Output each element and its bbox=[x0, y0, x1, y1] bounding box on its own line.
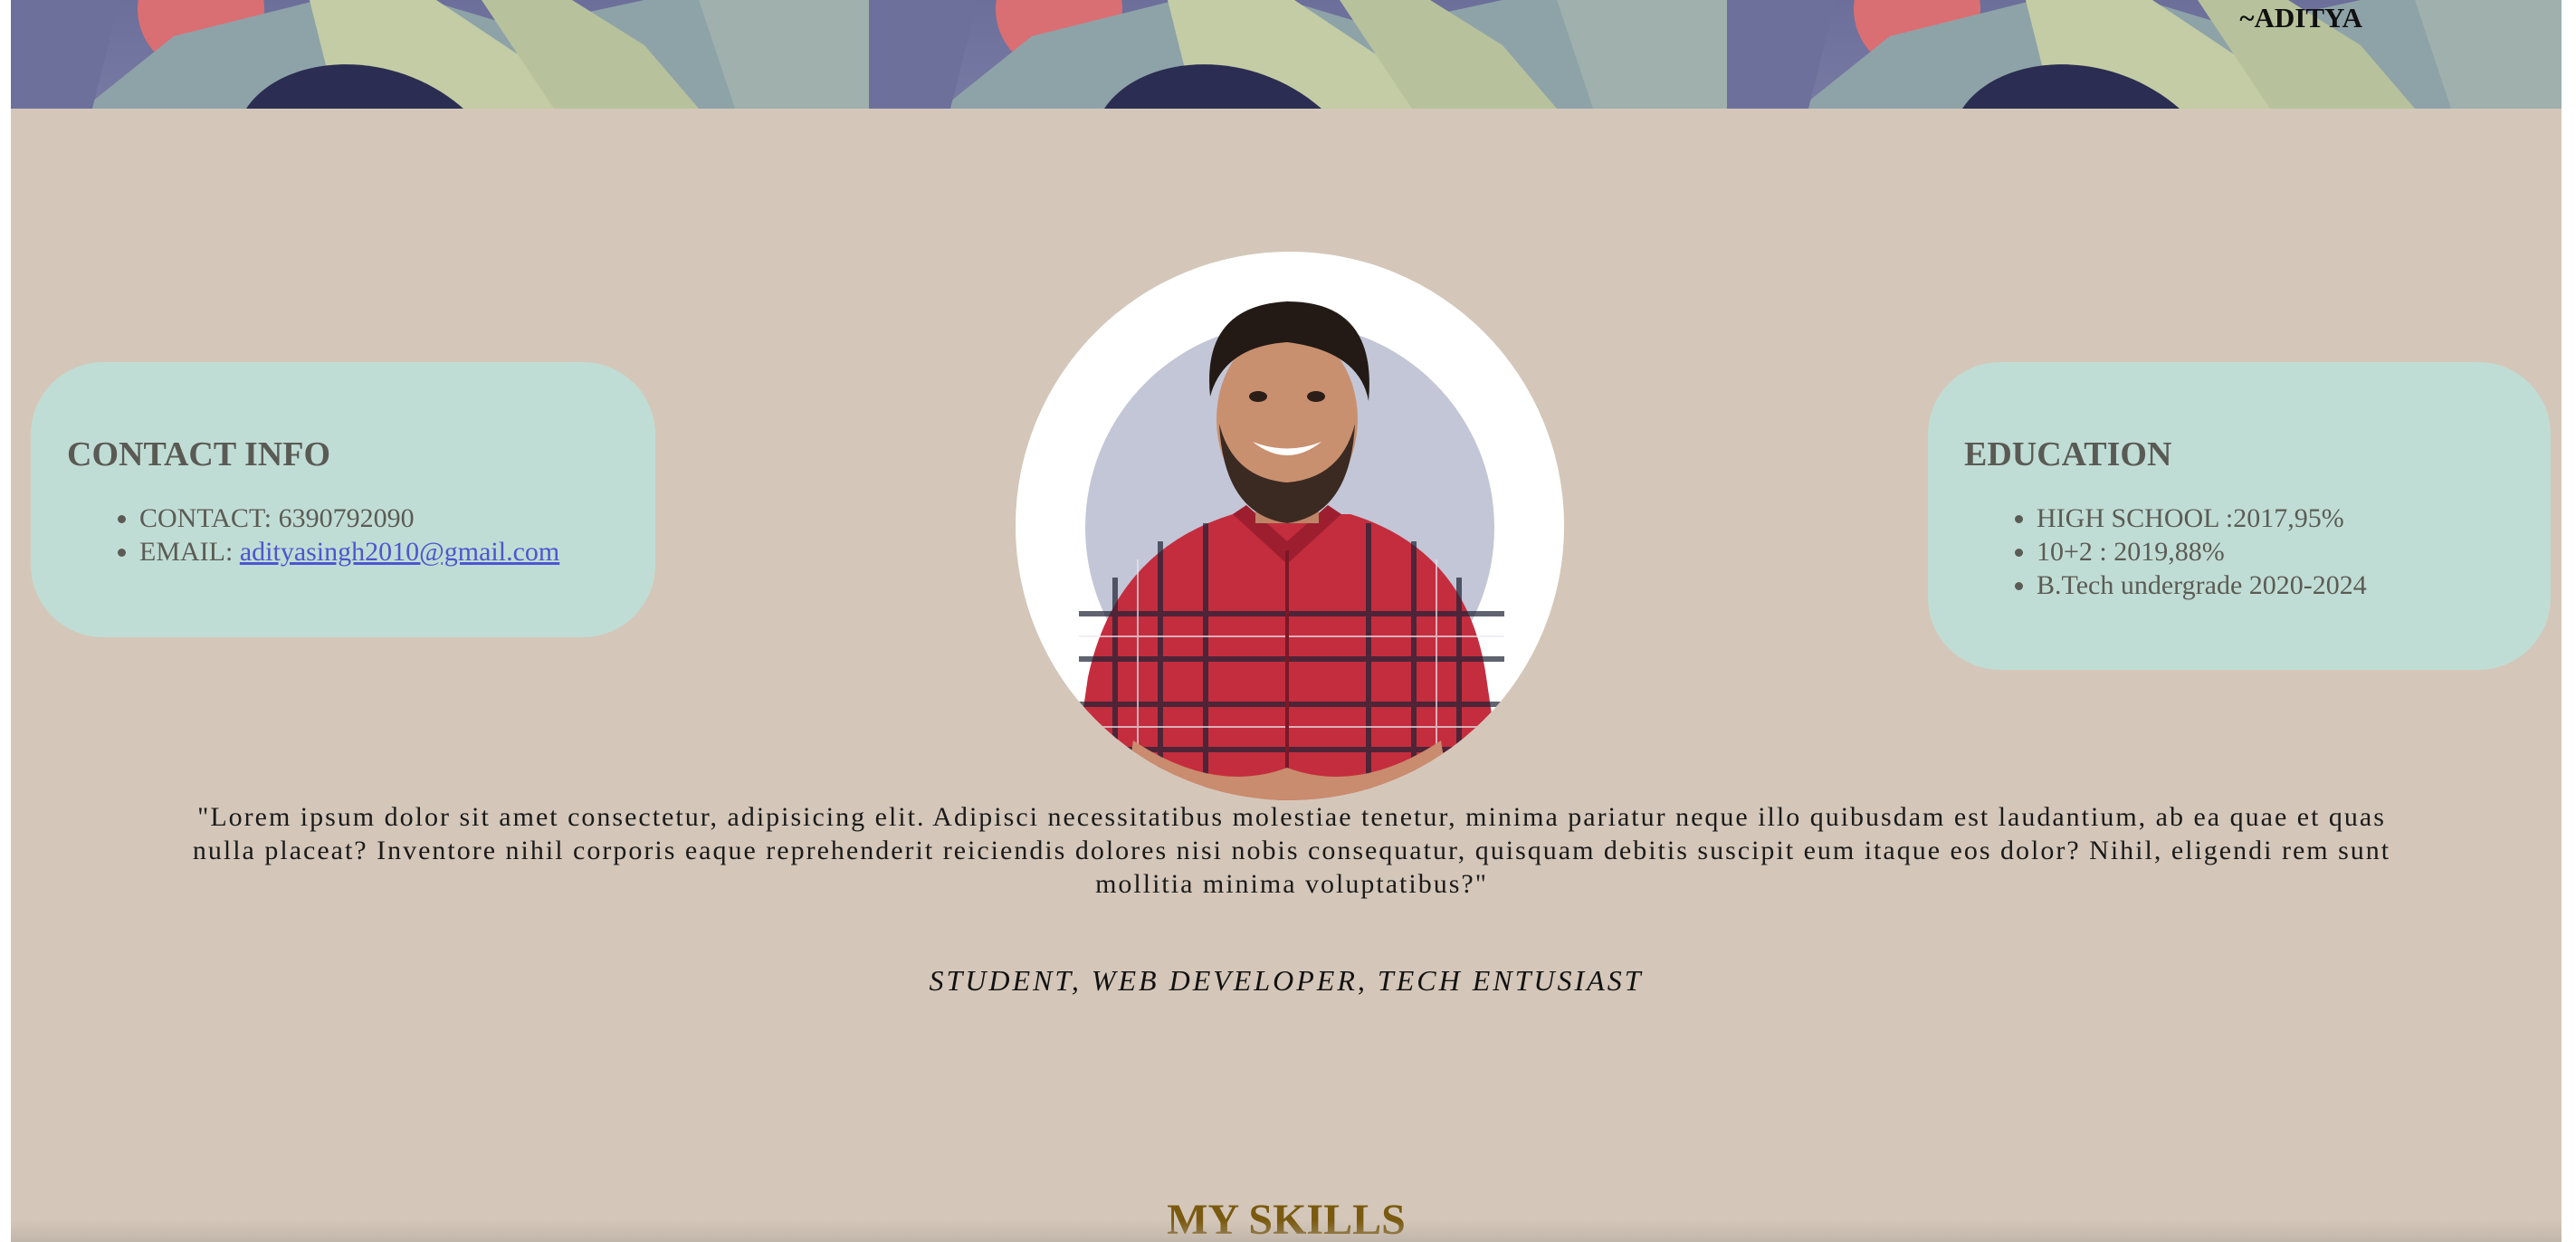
contact-info-card: CONTACT INFO CONTACT: 6390792090 EMAIL: … bbox=[31, 362, 655, 637]
banner-image bbox=[11, 0, 869, 109]
email-label: EMAIL: bbox=[139, 537, 234, 567]
contact-email-item: EMAIL: adityasingh2010@gmail.com bbox=[139, 535, 655, 568]
signature: ~ADITYA bbox=[2239, 2, 2362, 33]
profile-photo bbox=[1016, 252, 1564, 800]
phone-number: 6390792090 bbox=[278, 503, 415, 533]
contact-phone-item: CONTACT: 6390792090 bbox=[139, 502, 655, 535]
email-link[interactable]: adityasingh2010@gmail.com bbox=[240, 537, 559, 567]
contact-info-heading: CONTACT INFO bbox=[67, 435, 331, 473]
section-divider bbox=[11, 1220, 2562, 1242]
header-banner: ~ADITYA bbox=[11, 0, 2562, 109]
phone-label: CONTACT: bbox=[139, 503, 272, 533]
education-heading: EDUCATION bbox=[1964, 435, 2172, 473]
education-item: B.Tech undergrade 2020-2024 bbox=[2037, 568, 2551, 602]
page: ~ADITYA CONTACT INFO CONTACT: 6390792090… bbox=[11, 0, 2562, 1242]
about-quote: "Lorem ipsum dolor sit amet consectetur,… bbox=[192, 802, 2391, 899]
education-card: EDUCATION HIGH SCHOOL :2017,95% 10+2 : 2… bbox=[1928, 362, 2551, 670]
education-item: HIGH SCHOOL :2017,95% bbox=[2037, 502, 2551, 535]
banner-image bbox=[869, 0, 1727, 109]
education-item: 10+2 : 2019,88% bbox=[2037, 535, 2551, 568]
banner-image bbox=[1727, 0, 2562, 109]
education-list: HIGH SCHOOL :2017,95% 10+2 : 2019,88% B.… bbox=[1964, 502, 2551, 602]
tagline: STUDENT, WEB DEVELOPER, TECH ENTUSIAST bbox=[929, 964, 1644, 997]
contact-list: CONTACT: 6390792090 EMAIL: adityasingh20… bbox=[67, 502, 655, 568]
